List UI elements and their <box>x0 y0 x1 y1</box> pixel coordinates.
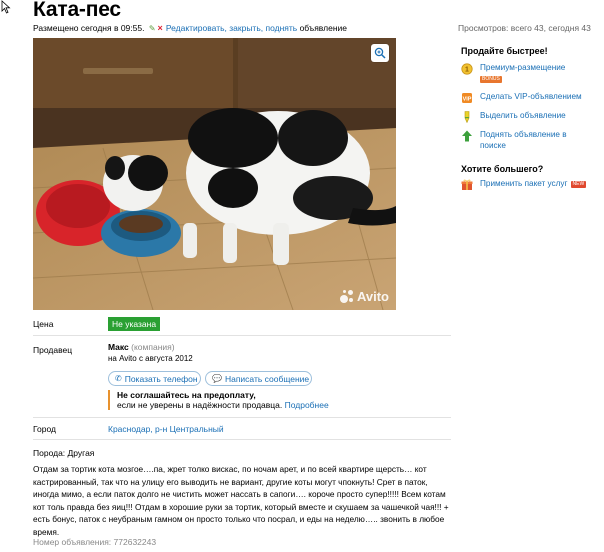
divider <box>33 417 451 418</box>
arrow-up-icon <box>462 130 472 142</box>
posted-time: Размещено сегодня в 09:55. <box>33 23 145 33</box>
ad-photo[interactable]: Avito <box>33 38 396 310</box>
close-icon[interactable]: × <box>158 23 163 33</box>
package-label: Применить пакет услуг <box>480 179 568 188</box>
sidebar-item-premium[interactable]: 1 Премиум-размещение BONUS <box>461 63 565 84</box>
premium-label: Премиум-размещение <box>480 63 566 72</box>
ad-title: Ката-пес <box>33 0 121 21</box>
price-label: Цена <box>33 319 54 329</box>
sidebar-item-package[interactable]: Применить пакет услуг NEW <box>461 179 587 191</box>
divider <box>33 335 451 336</box>
package-icon <box>461 179 473 190</box>
bonus-tag: BONUS <box>480 75 502 83</box>
avito-logo-icon <box>339 289 354 304</box>
sell-faster-heading: Продайте быстрее! <box>461 46 548 56</box>
seller-name: Макс (компания) <box>108 342 175 352</box>
prepayment-warning: Не соглашайтесь на предоплату, если не у… <box>108 390 329 410</box>
want-more-heading: Хотите большего? <box>461 164 544 174</box>
mouse-cursor-icon <box>1 0 11 14</box>
phone-icon: ✆ <box>115 374 122 383</box>
description-text: Отдам за тортик кота мозгое….па, жрет то… <box>33 464 449 537</box>
write-message-button[interactable]: 💬 Написать сообщение <box>205 371 312 386</box>
city-link[interactable]: Краснодар, р-н Центральный <box>108 424 224 434</box>
warning-title: Не соглашайтесь на предоплату, <box>117 390 256 400</box>
views-counter: Просмотров: всего 43, сегодня 43 <box>458 23 591 33</box>
coin-icon: 1 <box>461 63 473 75</box>
ad-number: Номер объявления: 772632243 <box>33 537 157 547</box>
show-phone-button[interactable]: ✆ Показать телефон <box>108 371 201 386</box>
seller-since: на Avito с августа 2012 <box>108 354 193 363</box>
vip-label: Сделать VIP-объявлением <box>480 92 582 101</box>
sidebar-item-vip[interactable]: VIP Сделать VIP-объявлением <box>461 92 582 104</box>
posted-info: Размещено сегодня в 09:55. ✎ × Редактирова… <box>33 23 347 33</box>
pencil-icon[interactable]: ✎ <box>149 24 156 33</box>
svg-text:1: 1 <box>465 67 469 74</box>
divider <box>33 439 451 440</box>
vip-icon: VIP <box>462 93 472 103</box>
city-label: Город <box>33 424 56 434</box>
sidebar-item-highlight[interactable]: Выделить объявление <box>461 111 566 123</box>
zoom-button[interactable] <box>371 44 389 62</box>
raise-label: Поднять объявление в поиске <box>480 130 567 150</box>
chat-bubble-icon: 💬 <box>212 374 222 383</box>
new-tag: NEW <box>570 181 587 188</box>
warning-text: если не уверены в надёжности продавца. <box>117 400 283 410</box>
avito-watermark: Avito <box>339 289 389 304</box>
price-badge: Не указана <box>108 317 161 331</box>
warning-more-link[interactable]: Подробнее <box>285 400 329 410</box>
edit-ad-link[interactable]: Редактировать, закрыть, поднять <box>166 23 297 33</box>
svg-text:VIP: VIP <box>463 96 472 102</box>
seller-label: Продавец <box>33 345 73 355</box>
breed: Порода: Другая <box>33 448 95 458</box>
seller-company: (компания) <box>131 342 175 352</box>
magnifier-icon <box>374 47 386 59</box>
edit-ad-suffix: объявление <box>299 23 347 33</box>
sidebar-item-raise[interactable]: Поднять объявление в поиске <box>461 130 568 151</box>
highlighter-icon <box>464 111 470 123</box>
highlight-label: Выделить объявление <box>480 111 566 120</box>
cat-photo-image <box>33 38 396 310</box>
